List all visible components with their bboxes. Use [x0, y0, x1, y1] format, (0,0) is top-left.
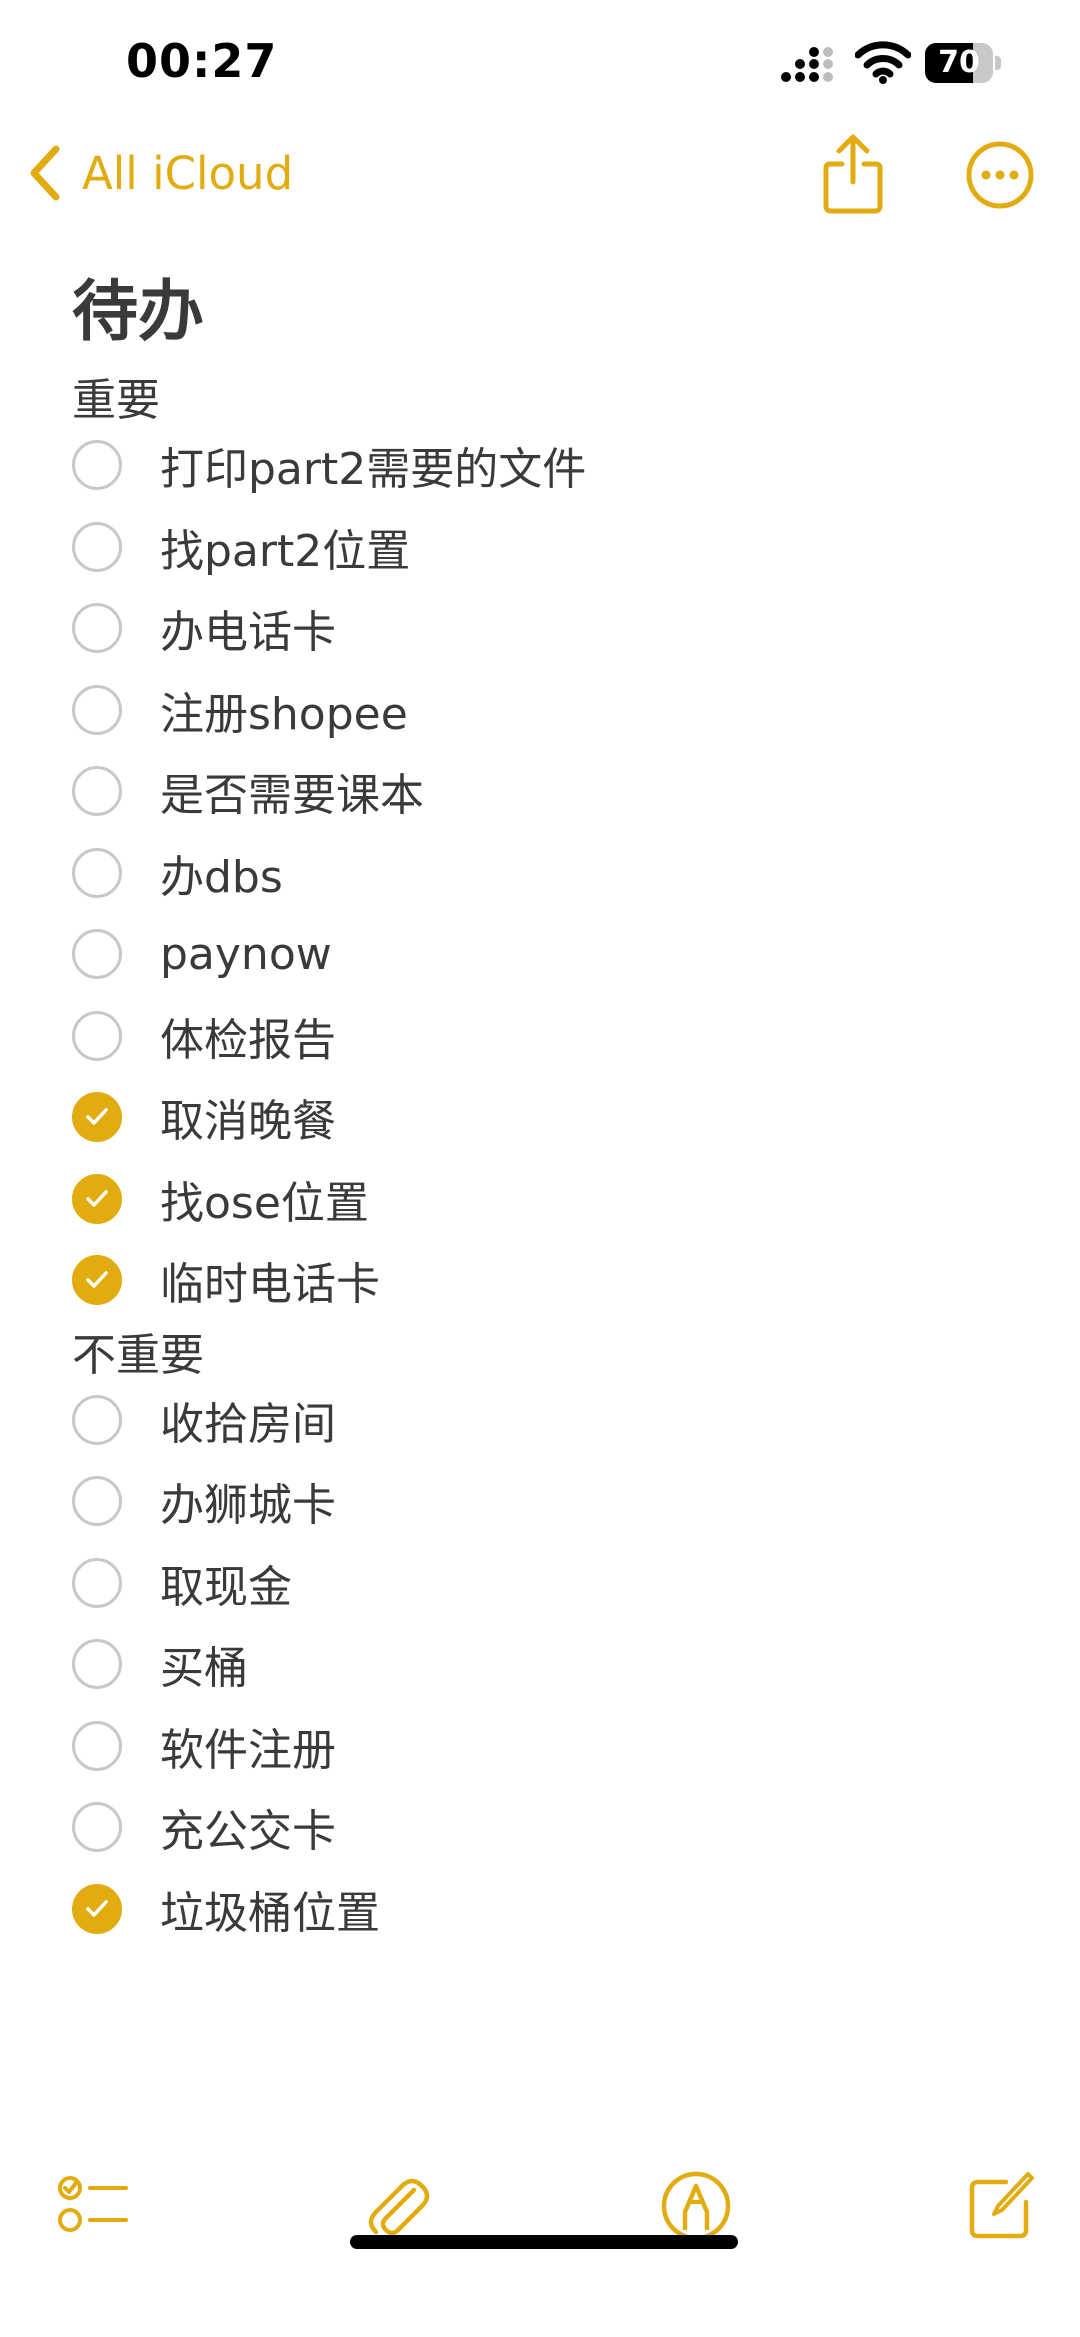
checklist-item-label: 办电话卡 — [160, 607, 336, 658]
attachment-button[interactable] — [360, 2168, 436, 2244]
checkmark-icon — [86, 1899, 108, 1917]
checkbox-unchecked[interactable] — [72, 1394, 122, 1445]
checklist-item-label: 软件注册 — [160, 1724, 336, 1776]
checklist-item-label: 充公交卡 — [160, 1806, 336, 1857]
checklist-item[interactable]: 找part2位置 — [72, 512, 410, 582]
checkbox-unchecked[interactable] — [72, 1639, 122, 1689]
checklist-item[interactable]: 找ose位置 — [72, 1164, 369, 1234]
checkbox-unchecked[interactable] — [72, 1557, 122, 1608]
checklist-item[interactable]: 打印part2需要的文件 — [72, 430, 586, 500]
back-button[interactable]: All iCloud — [26, 138, 293, 208]
status-bar: 00:27 70 — [0, 0, 1080, 130]
new-note-button[interactable] — [962, 2168, 1038, 2244]
checkbox-unchecked[interactable] — [72, 1802, 122, 1852]
battery-tip — [995, 56, 1001, 70]
checklist-item-label: 收拾房间 — [160, 1398, 336, 1450]
checkmark-icon — [86, 1189, 108, 1207]
checkbox-unchecked[interactable] — [72, 847, 122, 898]
checklist-item-label: 体检报告 — [160, 1014, 336, 1066]
checklist-item-label: 取消晚餐 — [160, 1096, 336, 1147]
checklist-item-label: 买桶 — [160, 1643, 248, 1694]
checklist-item-label: 取现金 — [160, 1561, 292, 1613]
back-button-label: All iCloud — [82, 146, 294, 200]
checklist-item-label: 是否需要课本 — [160, 770, 424, 821]
checklist-item[interactable]: paynow — [72, 919, 332, 989]
compose-icon — [969, 2172, 1034, 2239]
section-heading: 重要 — [72, 375, 160, 426]
checkmark-icon — [86, 1108, 108, 1125]
checklist-item[interactable]: 充公交卡 — [72, 1792, 336, 1862]
paperclip-icon — [368, 2178, 430, 2236]
checklist-item-label: 办狮城卡 — [160, 1480, 336, 1531]
battery-level: 70 — [938, 45, 980, 80]
checklist-item[interactable]: 买桶 — [72, 1629, 248, 1699]
checklist-item-label: paynow — [160, 928, 332, 980]
checkbox-unchecked[interactable] — [72, 684, 122, 735]
checklist-item[interactable]: 垃圾桶位置 — [72, 1874, 380, 1944]
battery-body: 70 — [925, 43, 993, 83]
more-options-icon[interactable] — [965, 140, 1035, 210]
wifi-icon — [855, 41, 911, 84]
checklist-item-label: 打印part2需要的文件 — [160, 444, 587, 495]
checklist-item[interactable]: 临时电话卡 — [72, 1245, 380, 1315]
checklist-item[interactable]: 注册shopee — [72, 675, 408, 745]
checklist-item[interactable]: 取消晚餐 — [72, 1082, 336, 1152]
checklist-item-label: 临时电话卡 — [160, 1259, 380, 1310]
checkbox-unchecked[interactable] — [72, 521, 122, 572]
checklist-item[interactable]: 软件注册 — [72, 1711, 336, 1781]
checklist-button[interactable] — [56, 2168, 132, 2244]
checklist-icon — [58, 2176, 128, 2232]
checklist-item-label: 办dbs — [160, 851, 283, 903]
checkbox-unchecked[interactable] — [72, 929, 122, 979]
checklist-item[interactable]: 办电话卡 — [72, 593, 336, 663]
checkbox-checked[interactable] — [72, 1255, 122, 1305]
checkbox-unchecked[interactable] — [72, 1010, 122, 1061]
chevron-left-icon — [30, 145, 60, 201]
checklist-item-label: 垃圾桶位置 — [160, 1887, 380, 1939]
share-icon[interactable] — [820, 132, 886, 216]
checkbox-unchecked[interactable] — [72, 1476, 122, 1526]
checkmark-icon — [86, 1271, 108, 1288]
checklist-item[interactable]: 是否需要课本 — [72, 756, 424, 826]
checkbox-unchecked[interactable] — [72, 603, 122, 653]
checklist-item[interactable]: 体检报告 — [72, 1001, 336, 1071]
checklist-item-label: 找part2位置 — [160, 525, 411, 577]
markup-pen-icon — [661, 2171, 731, 2241]
checklist-item[interactable]: 取现金 — [72, 1548, 292, 1618]
checkbox-unchecked[interactable] — [72, 1720, 122, 1771]
cellular-signal-icon — [781, 47, 833, 82]
checklist-item-label: 找ose位置 — [160, 1177, 369, 1229]
note-title[interactable]: 待办 — [72, 258, 204, 354]
checkbox-unchecked[interactable] — [72, 440, 122, 490]
checklist-item[interactable]: 收拾房间 — [72, 1385, 336, 1455]
checklist-item[interactable]: 办dbs — [72, 838, 283, 908]
checklist-item[interactable]: 办狮城卡 — [72, 1466, 336, 1536]
checkbox-checked[interactable] — [72, 1173, 122, 1224]
status-time: 00:27 — [126, 34, 278, 88]
checkbox-unchecked[interactable] — [72, 766, 122, 816]
battery-icon: 70 — [925, 43, 1003, 83]
checklist-item-label: 注册shopee — [160, 688, 408, 740]
home-indicator[interactable] — [350, 2235, 738, 2249]
markup-button[interactable] — [658, 2168, 734, 2244]
checkbox-checked[interactable] — [72, 1092, 122, 1142]
checkbox-checked[interactable] — [72, 1883, 122, 1934]
section-heading: 不重要 — [72, 1329, 204, 1381]
